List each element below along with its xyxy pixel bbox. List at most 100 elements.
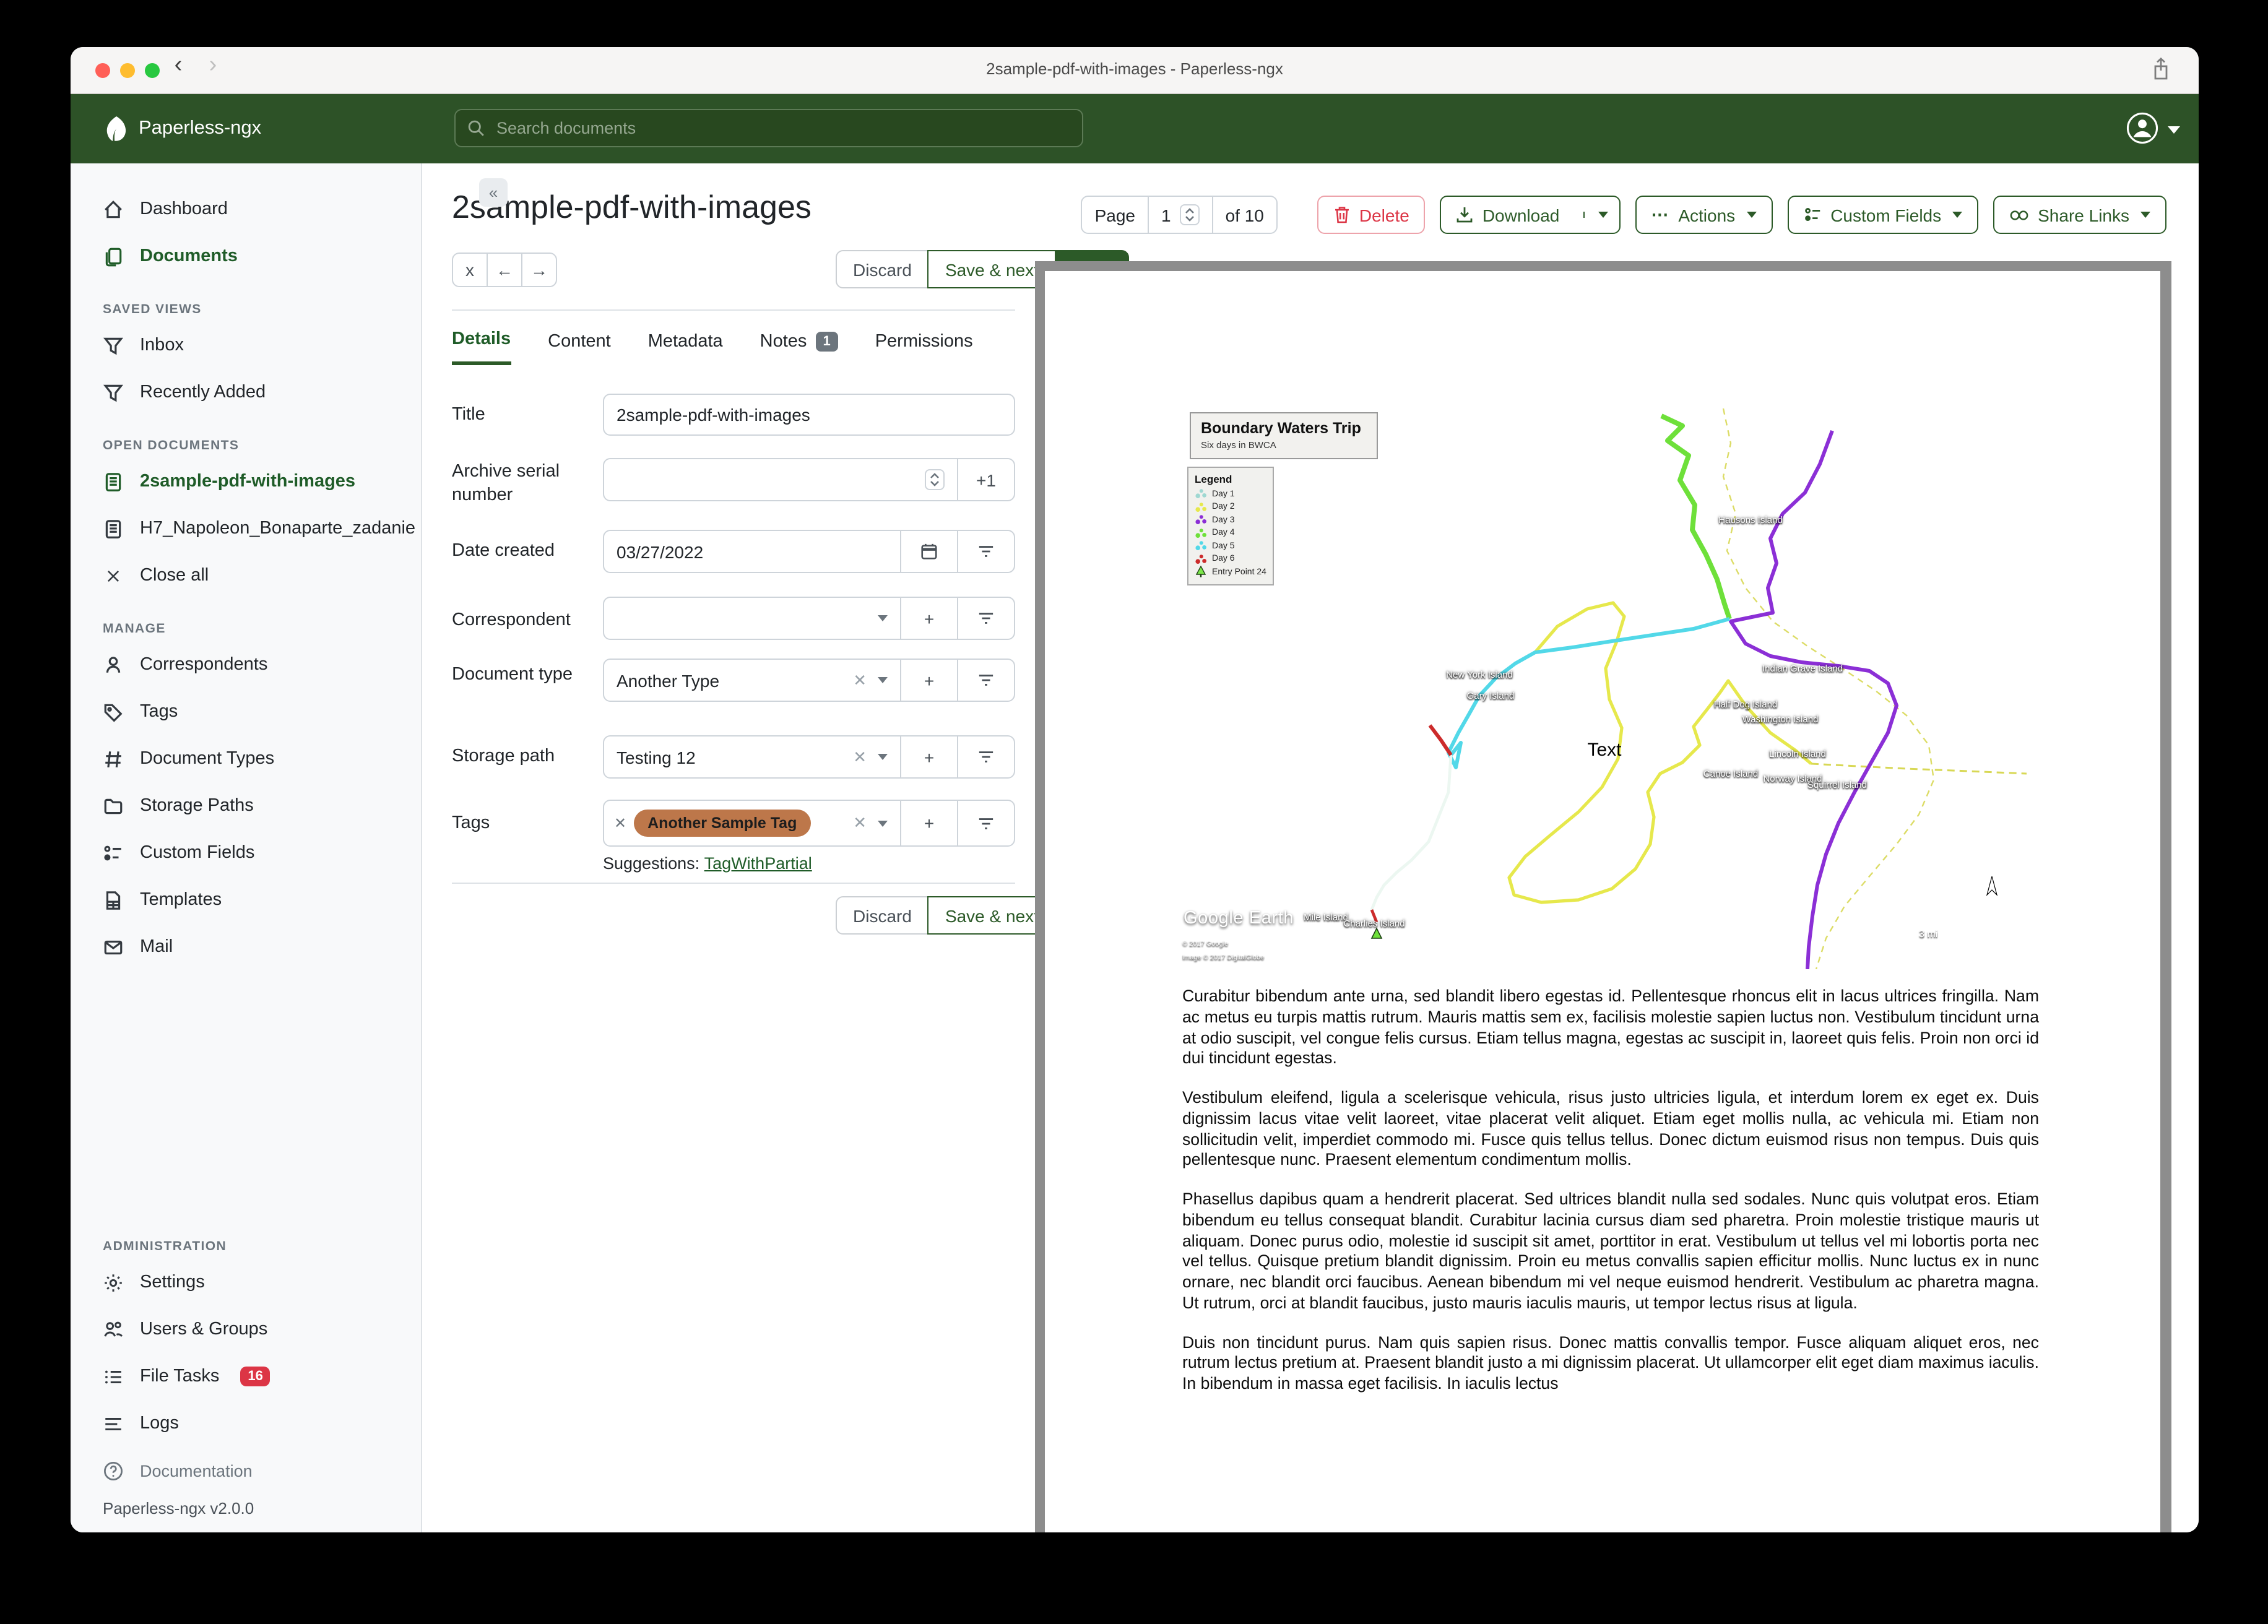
notes-count-badge: 1 xyxy=(815,331,838,351)
storage-path-select[interactable]: Testing 12 ✕ xyxy=(604,736,900,777)
sidebar-item-storage-paths[interactable]: Storage Paths xyxy=(71,782,421,829)
add-correspondent-button[interactable]: + xyxy=(900,598,957,639)
sidebar: Dashboard Documents SAVED VIEWS Inbox Re… xyxy=(71,163,422,1532)
actions-button[interactable]: ⋯ Actions xyxy=(1635,196,1773,234)
search-input[interactable] xyxy=(494,118,1071,139)
sidebar-item-correspondents[interactable]: Correspondents xyxy=(71,641,421,688)
next-document-button[interactable]: → xyxy=(521,253,557,287)
share-icon[interactable] xyxy=(2150,57,2171,82)
tab-details[interactable]: Details xyxy=(452,329,511,365)
logs-icon xyxy=(103,1413,124,1434)
asn-plus-one-button[interactable]: +1 xyxy=(957,459,1014,500)
filter-by-date-button[interactable] xyxy=(957,531,1014,572)
sidebar-item-open-doc-1[interactable]: 2sample-pdf-with-images xyxy=(71,458,421,505)
map-text-annotation: Text xyxy=(1587,740,1622,761)
sidebar-item-inbox[interactable]: Inbox xyxy=(71,322,421,369)
tab-metadata[interactable]: Metadata xyxy=(648,329,723,365)
clear-icon[interactable]: ✕ xyxy=(853,813,867,833)
sidebar-item-users-groups[interactable]: Users & Groups xyxy=(71,1306,421,1353)
download-button[interactable]: Download xyxy=(1442,205,1575,225)
share-links-button[interactable]: Share Links xyxy=(1993,196,2166,234)
add-document-type-button[interactable]: + xyxy=(900,660,957,701)
custom-fields-icon xyxy=(103,842,124,863)
clear-icon[interactable]: ✕ xyxy=(853,670,867,690)
sidebar-item-close-all[interactable]: Close all xyxy=(71,552,421,599)
legend-item: Day 3 xyxy=(1195,514,1266,527)
filter-by-tag-button[interactable] xyxy=(957,801,1014,845)
map-scale-bar xyxy=(1852,943,2023,952)
page-total-label: of 10 xyxy=(1211,197,1276,233)
title-input[interactable] xyxy=(617,405,1002,425)
map-label-island: Charlies Island xyxy=(1343,918,1405,929)
page-number-stepper[interactable]: 1 xyxy=(1148,197,1212,233)
map-route-day2 xyxy=(1507,601,1812,904)
filter-by-correspondent-button[interactable] xyxy=(957,598,1014,639)
add-tag-button[interactable]: + xyxy=(900,801,957,845)
minimize-window-button[interactable] xyxy=(120,63,135,78)
mail-icon xyxy=(103,936,124,957)
sidebar-item-document-types[interactable]: Document Types xyxy=(71,735,421,782)
sidebar-item-settings[interactable]: Settings xyxy=(71,1259,421,1306)
legend-item-entry-point: Entry Point 24 xyxy=(1195,566,1266,579)
sidebar-item-templates[interactable]: Templates xyxy=(71,876,421,923)
sidebar-collapse-button[interactable]: « xyxy=(479,178,508,207)
close-document-button[interactable]: x xyxy=(452,253,488,287)
discard-button[interactable]: Discard xyxy=(836,250,929,288)
correspondent-select[interactable] xyxy=(604,598,900,639)
map-route-white xyxy=(1370,754,1453,910)
asn-stepper-icon[interactable] xyxy=(925,469,945,490)
date-created-input[interactable] xyxy=(617,542,888,561)
browser-back-icon[interactable]: ‹ xyxy=(165,52,192,79)
user-avatar[interactable] xyxy=(2126,111,2159,145)
search-bar[interactable] xyxy=(454,109,1083,147)
add-storage-path-button[interactable]: + xyxy=(900,736,957,777)
correspondent-field: + xyxy=(603,597,1015,640)
sidebar-item-mail[interactable]: Mail xyxy=(71,923,421,970)
legend-item: Day 4 xyxy=(1195,527,1266,540)
sidebar-item-documents[interactable]: Documents xyxy=(71,233,421,280)
close-window-button[interactable] xyxy=(95,63,110,78)
sidebar-item-logs[interactable]: Logs xyxy=(71,1400,421,1447)
sidebar-item-open-doc-2[interactable]: H7_Napoleon_Bonaparte_zadanie xyxy=(71,505,421,552)
tab-notes[interactable]: Notes 1 xyxy=(760,329,838,365)
paperless-logo-icon[interactable] xyxy=(102,114,131,144)
calendar-button[interactable] xyxy=(900,531,957,572)
sidebar-item-custom-fields[interactable]: Custom Fields xyxy=(71,829,421,876)
browser-forward-icon[interactable]: › xyxy=(199,52,227,79)
pdf-preview-pane[interactable]: Boundary Waters Trip Six days in BWCA Le… xyxy=(1035,261,2171,1532)
compass-icon: N xyxy=(1981,876,2003,909)
tab-content[interactable]: Content xyxy=(548,329,611,365)
suggestion-link[interactable]: TagWithPartial xyxy=(704,854,812,873)
filter-by-document-type-button[interactable] xyxy=(957,660,1014,701)
sidebar-item-tags[interactable]: Tags xyxy=(71,688,421,735)
page-stepper-icon[interactable] xyxy=(1179,204,1200,225)
map-route-yellow-east xyxy=(1811,762,2027,775)
pdf-paragraph: Duis non tincidunt purus. Nam quis sapie… xyxy=(1182,1332,2039,1393)
clear-icon[interactable]: ✕ xyxy=(853,747,867,767)
brand-name[interactable]: Paperless-ngx xyxy=(139,118,261,140)
tags-select[interactable]: ✕ Another Sample Tag ✕ xyxy=(604,801,900,845)
remove-tag-icon[interactable]: ✕ xyxy=(614,814,626,832)
storage-path-field: Testing 12 ✕ + xyxy=(603,735,1015,779)
map-label-island: Washington Island xyxy=(1742,714,1819,725)
sidebar-item-file-tasks[interactable]: File Tasks 16 xyxy=(71,1353,421,1400)
discard-button[interactable]: Discard xyxy=(836,896,929,935)
custom-fields-button[interactable]: Custom Fields xyxy=(1787,196,1979,234)
download-split-button: Download xyxy=(1440,196,1621,234)
zoom-window-button[interactable] xyxy=(145,63,160,78)
page-number-value: 1 xyxy=(1161,205,1171,225)
user-menu-caret-icon[interactable] xyxy=(2168,126,2180,134)
document-type-select[interactable]: Another Type ✕ xyxy=(604,660,900,701)
tag-chip[interactable]: Another Sample Tag xyxy=(634,810,811,837)
download-caret[interactable] xyxy=(1583,212,1619,218)
delete-button[interactable]: Delete xyxy=(1317,196,1426,234)
previous-document-button[interactable]: ← xyxy=(487,253,522,287)
tab-permissions[interactable]: Permissions xyxy=(875,329,973,365)
sidebar-item-recently-added[interactable]: Recently Added xyxy=(71,369,421,416)
tag-icon xyxy=(103,701,124,722)
sidebar-item-documentation[interactable]: Documentation xyxy=(71,1447,421,1494)
filter-by-storage-path-button[interactable] xyxy=(957,736,1014,777)
document-type-field: Another Type ✕ + xyxy=(603,659,1015,702)
asn-input[interactable] xyxy=(617,470,925,490)
sidebar-item-dashboard[interactable]: Dashboard xyxy=(71,186,421,233)
